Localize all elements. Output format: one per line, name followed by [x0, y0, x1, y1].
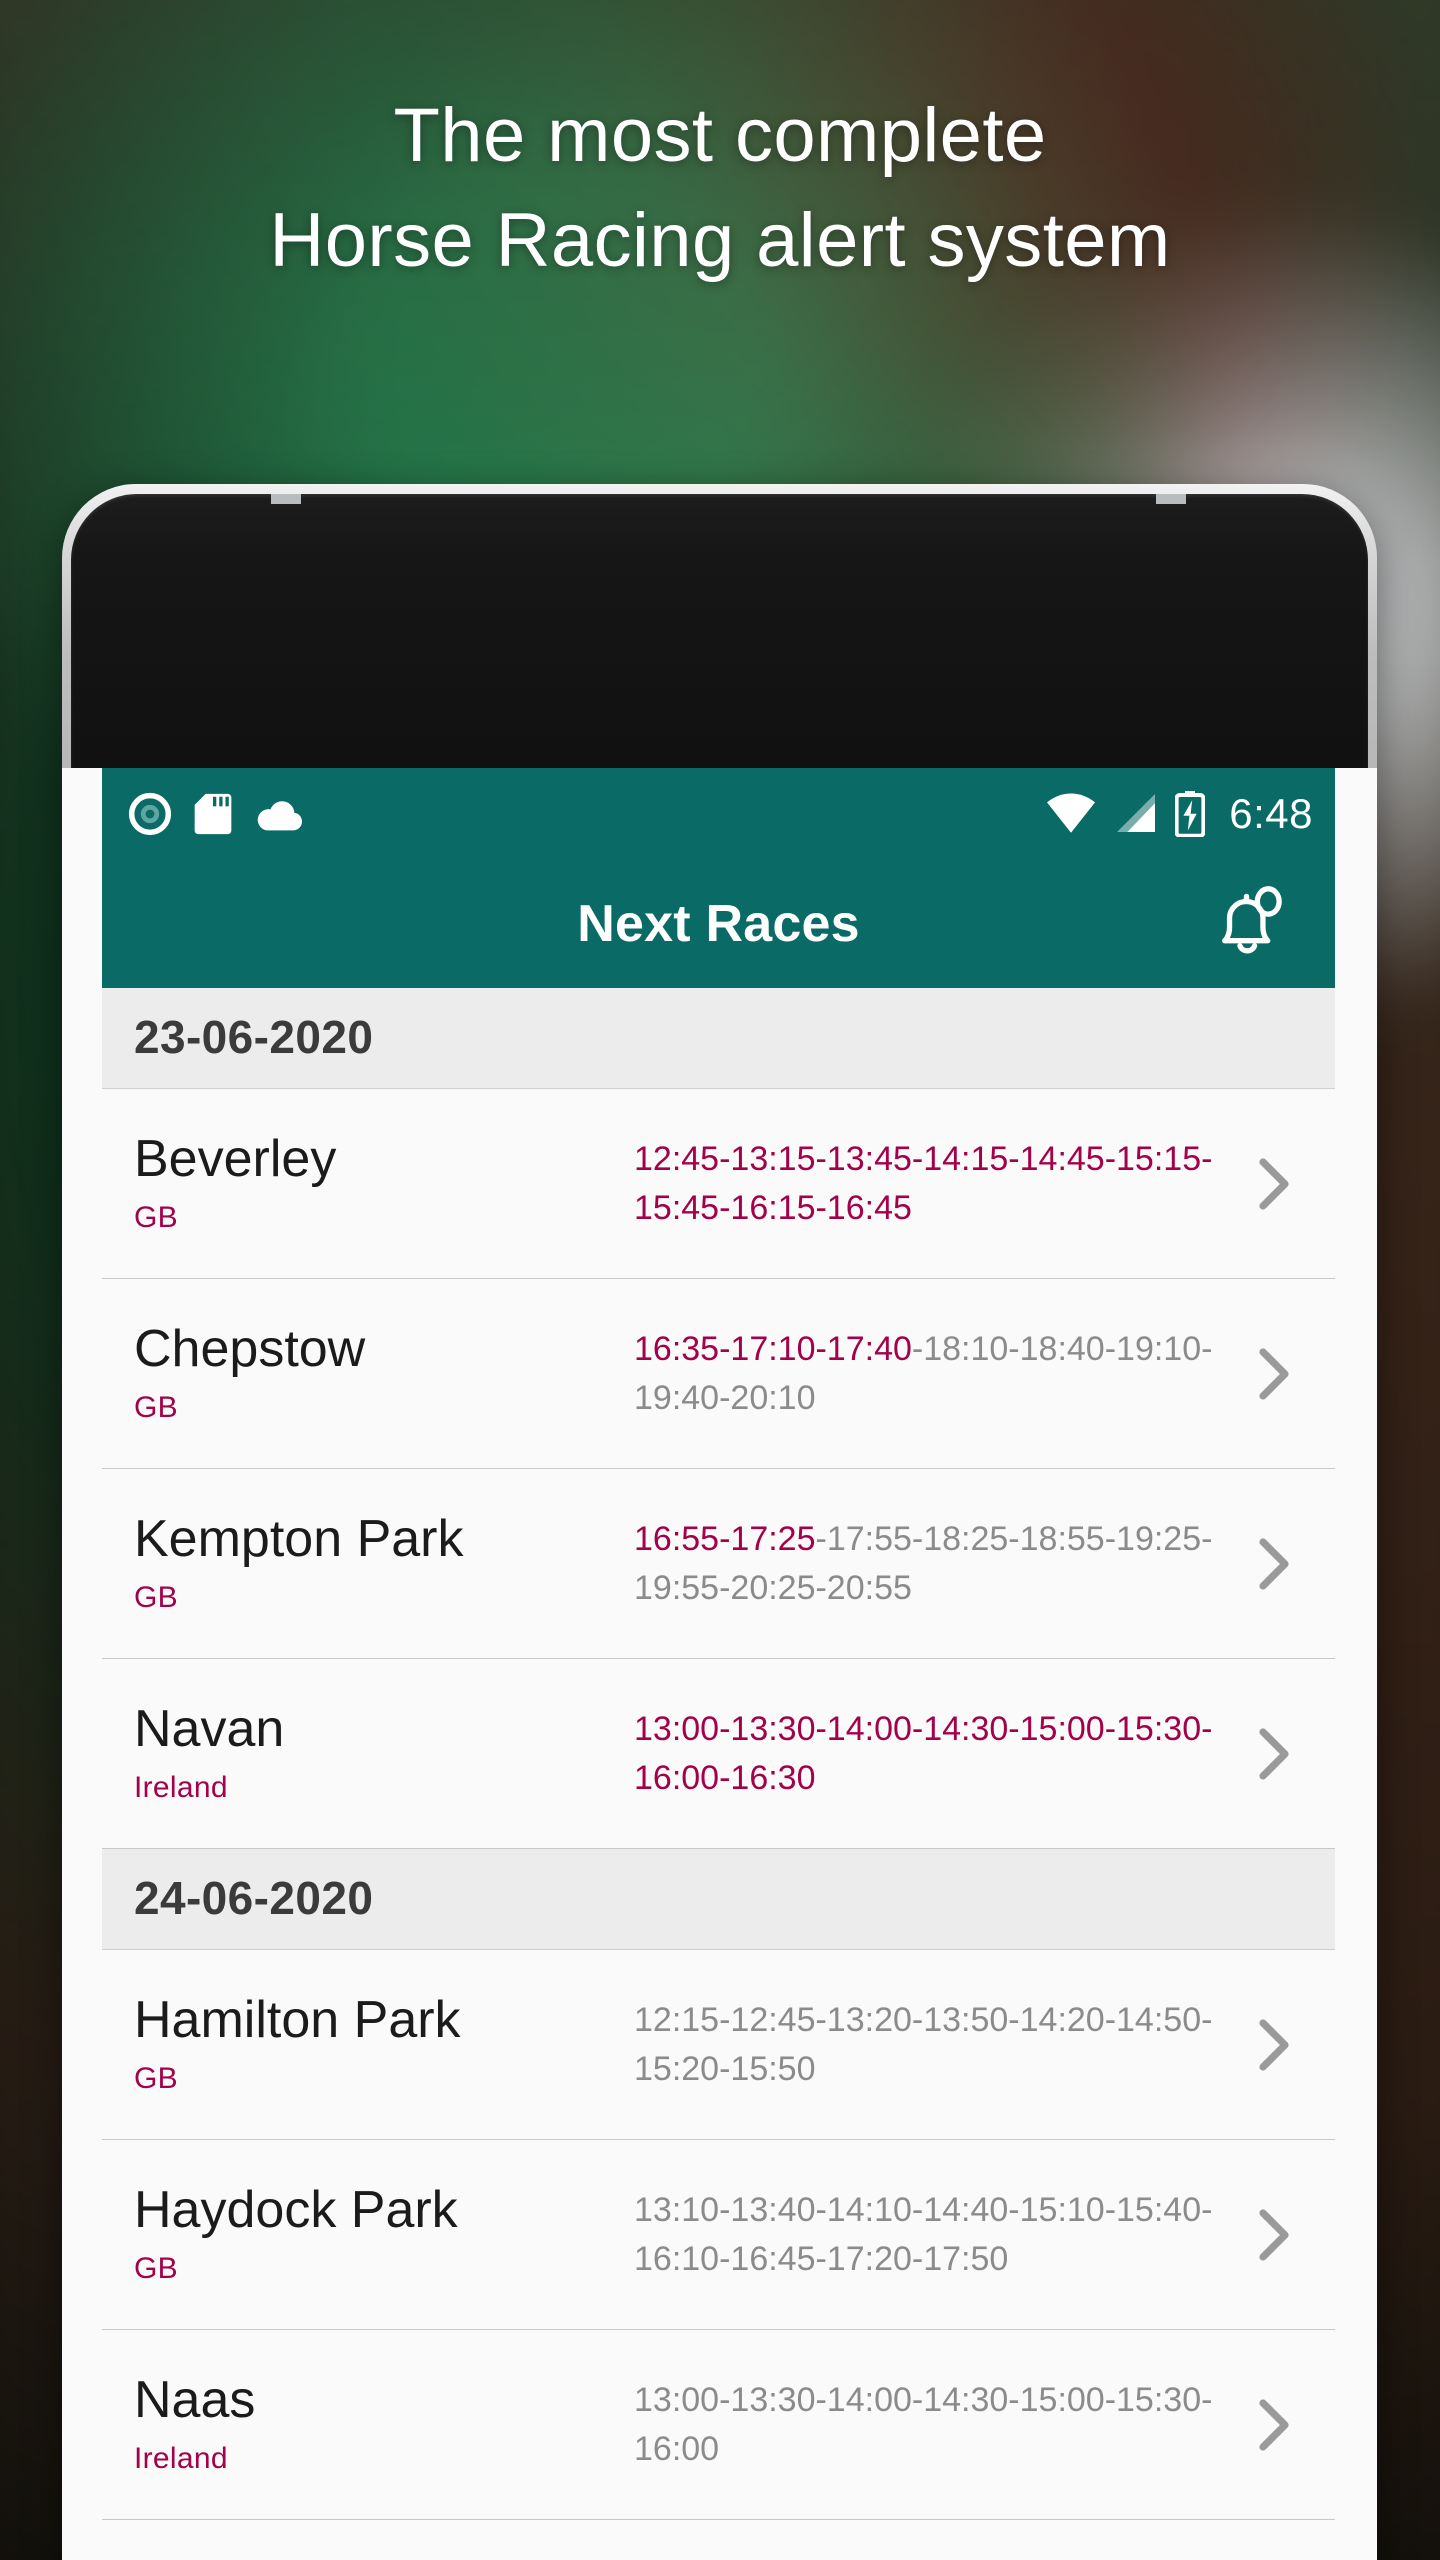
- phone-screen: 6:48 Next Races 23-06-2020 Beverley GB 1…: [62, 768, 1377, 2560]
- race-times-later: 13:10-13:40-14:10-14:40-15:10-15:40-16:1…: [634, 2191, 1213, 2278]
- status-bar: 6:48: [102, 768, 1335, 860]
- race-row[interactable]: Hamilton Park GB 12:15-12:45-13:20-13:50-1…: [102, 1950, 1335, 2140]
- race-course-block: Hamilton Park GB: [134, 1993, 634, 2096]
- race-times-later: 13:00-13:30-14:00-14:30-15:00-15:30-16:0…: [634, 2381, 1213, 2468]
- sd-card-icon: [194, 793, 232, 835]
- app-viewport: 6:48 Next Races 23-06-2020 Beverley GB 1…: [102, 768, 1335, 2560]
- race-times: 16:55-17:25-17:55-18:25-18:55-19:25-19:5…: [634, 1515, 1239, 1612]
- status-bar-right-icons: 6:48: [1045, 790, 1313, 838]
- status-bar-left-icons: [128, 792, 304, 836]
- page-title: Next Races: [577, 895, 860, 953]
- race-list[interactable]: 23-06-2020 Beverley GB 12:45-13:15-13:45-14…: [102, 988, 1335, 2520]
- course-name: Naas: [134, 2371, 256, 2430]
- cloud-icon: [257, 801, 303, 831]
- race-times-upcoming: 12:45-13:15-13:45-14:15-14:45-15:15-15:4…: [634, 1140, 1213, 1227]
- course-country: GB: [134, 1580, 178, 1614]
- race-course-block: Chepstow GB: [134, 1322, 634, 1425]
- course-name: Haydock Park: [134, 2181, 458, 2240]
- race-times: 13:00-13:30-14:00-14:30-15:00-15:30-16:0…: [634, 2376, 1239, 2473]
- race-row[interactable]: Naas Ireland 13:00-13:30-14:00-14:30-15:00…: [102, 2330, 1335, 2520]
- chevron-right-icon[interactable]: [1239, 1344, 1309, 1404]
- course-name: Hamilton Park: [134, 1991, 461, 2050]
- race-times-later: 12:15-12:45-13:20-13:50-14:20-14:50-15:2…: [634, 2001, 1213, 2088]
- chevron-right-icon[interactable]: [1239, 2205, 1309, 2265]
- wifi-icon: [1047, 793, 1096, 833]
- chevron-right-icon[interactable]: [1239, 2395, 1309, 2455]
- course-country: Ireland: [134, 2441, 228, 2475]
- race-course-block: Navan Ireland: [134, 1702, 634, 1805]
- race-course-block: Beverley GB: [134, 1132, 634, 1235]
- race-row[interactable]: Chepstow GB 16:35-17:10-17:40-18:10-18:40-…: [102, 1279, 1335, 1469]
- course-country: GB: [134, 2251, 178, 2285]
- race-row[interactable]: Navan Ireland 13:00-13:30-14:00-14:30-15:0…: [102, 1659, 1335, 1849]
- course-name: Chepstow: [134, 1320, 366, 1379]
- course-country: Ireland: [134, 1770, 228, 1804]
- notification-bell-icon[interactable]: [1199, 876, 1295, 972]
- race-times: 12:15-12:45-13:20-13:50-14:20-14:50-15:2…: [634, 1996, 1239, 2093]
- chevron-right-icon[interactable]: [1239, 2015, 1309, 2075]
- headline-line-1: The most complete: [393, 93, 1047, 178]
- battery-charging-icon: [1175, 791, 1206, 837]
- course-name: Kempton Park: [134, 1510, 464, 1569]
- race-row[interactable]: Beverley GB 12:45-13:15-13:45-14:15-14:45-…: [102, 1089, 1335, 1279]
- app-bar: Next Races: [102, 860, 1335, 988]
- status-bar-clock: 6:48: [1229, 790, 1313, 837]
- phone-mockup: 6:48 Next Races 23-06-2020 Beverley GB 1…: [62, 484, 1377, 2560]
- race-times-upcoming: 16:55-17:25: [634, 1520, 816, 1559]
- course-name: Beverley: [134, 1130, 337, 1189]
- date-header-label: 23-06-2020: [134, 1011, 374, 1063]
- race-course-block: Naas Ireland: [134, 2373, 634, 2476]
- chevron-right-icon[interactable]: [1239, 1534, 1309, 1594]
- date-header: 23-06-2020: [102, 988, 1335, 1089]
- course-country: GB: [134, 2061, 178, 2095]
- race-times-upcoming: 16:35-17:10-17:40: [634, 1330, 912, 1369]
- race-row[interactable]: Haydock Park GB 13:10-13:40-14:10-14:40-15…: [102, 2140, 1335, 2330]
- promo-headline: The most complete Horse Racing alert sys…: [0, 96, 1440, 280]
- course-name: Navan: [134, 1700, 285, 1759]
- race-times: 12:45-13:15-13:45-14:15-14:45-15:15-15:4…: [634, 1135, 1239, 1232]
- promo-screenshot: The most complete Horse Racing alert sys…: [0, 0, 1440, 2560]
- race-course-block: Haydock Park GB: [134, 2183, 634, 2286]
- race-times-upcoming: 13:00-13:30-14:00-14:30-15:00-15:30-16:0…: [634, 1710, 1213, 1797]
- chevron-right-icon[interactable]: [1239, 1154, 1309, 1214]
- cellular-signal-icon: [1117, 794, 1156, 832]
- race-times: 13:00-13:30-14:00-14:30-15:00-15:30-16:0…: [634, 1705, 1239, 1802]
- antenna-notch-left: [271, 494, 301, 504]
- antenna-notch-right: [1156, 494, 1186, 504]
- race-row[interactable]: Kempton Park GB 16:55-17:25-17:55-18:25-18…: [102, 1469, 1335, 1659]
- headline-line-2: Horse Racing alert system: [269, 198, 1171, 284]
- course-country: GB: [134, 1390, 178, 1424]
- date-header: 24-06-2020: [102, 1849, 1335, 1950]
- course-country: GB: [134, 1200, 178, 1234]
- date-header-label: 24-06-2020: [134, 1872, 374, 1924]
- race-course-block: Kempton Park GB: [134, 1512, 634, 1615]
- race-times: 13:10-13:40-14:10-14:40-15:10-15:40-16:1…: [634, 2186, 1239, 2283]
- chevron-right-icon[interactable]: [1239, 1724, 1309, 1784]
- race-times: 16:35-17:10-17:40-18:10-18:40-19:10-19:4…: [634, 1325, 1239, 1422]
- record-icon: [128, 792, 172, 836]
